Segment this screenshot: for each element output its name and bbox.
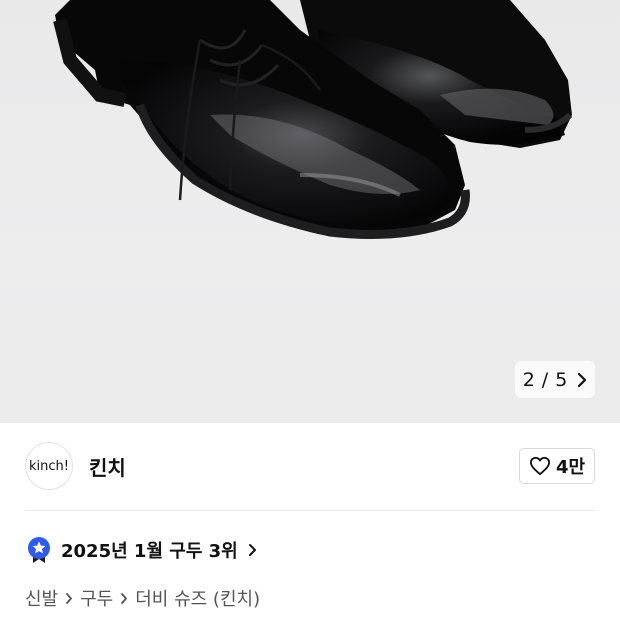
ranking-text: 2025년 1월 구두 3위 — [61, 541, 238, 562]
star-badge-icon — [28, 537, 50, 563]
like-count: 4만 — [555, 457, 586, 478]
brand-like-button[interactable]: 4만 — [519, 448, 595, 484]
breadcrumb-item-shoes[interactable]: 신발 — [25, 585, 58, 611]
brand-name-link[interactable]: 킨치 — [89, 452, 126, 481]
chevron-right-icon — [248, 544, 256, 556]
section-divider — [25, 510, 595, 511]
pager-total: 5 — [555, 368, 568, 391]
brand-logo-text: kinch! — [29, 458, 69, 474]
ranking-link[interactable]: 2025년 1월 구두 3위 — [27, 536, 257, 564]
brand-logo[interactable]: kinch! — [25, 442, 73, 490]
product-image-gallery[interactable]: 2 / 5 — [0, 0, 620, 423]
breadcrumb-item-dress-shoes[interactable]: 구두 — [80, 585, 113, 611]
product-image — [53, 0, 573, 239]
chevron-right-icon — [120, 592, 128, 605]
pager-separator: / — [541, 368, 549, 391]
chevron-right-icon — [65, 592, 73, 605]
breadcrumb: 신발 구두 더비 슈즈 (킨치) — [25, 585, 260, 611]
chevron-right-icon — [578, 372, 587, 387]
breadcrumb-item-derby-shoes[interactable]: 더비 슈즈 (킨치) — [135, 585, 260, 611]
brand-row: kinch! 킨치 4만 — [25, 441, 595, 491]
heart-outline-icon — [529, 456, 550, 476]
gallery-pager[interactable]: 2 / 5 — [515, 361, 595, 398]
pager-current: 2 — [522, 368, 535, 391]
